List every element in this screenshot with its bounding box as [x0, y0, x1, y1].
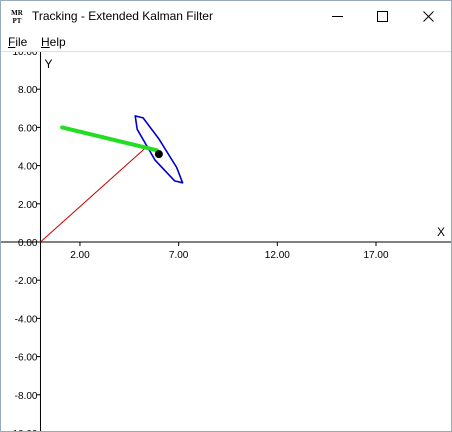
close-icon	[423, 11, 434, 22]
covariance-ellipse	[134, 115, 184, 184]
tracking-plot-area[interactable]: 2.00 7.00 12.00 17.00 10.00 8.00 6.00 4.00 2.00 0…	[1, 51, 451, 431]
tracking-plot: 2.00 7.00 12.00 17.00 10.00 8.00 6.00 4.00 2.00 0…	[1, 52, 451, 431]
menu-help-label: elp	[49, 35, 66, 49]
app-logo-icon: MR PT	[11, 9, 24, 25]
y-tick-label: 6.00	[18, 123, 38, 134]
y-axis-label: Y	[44, 57, 52, 71]
minimize-button[interactable]	[315, 1, 360, 32]
y-tick-label: 10.00	[12, 52, 37, 58]
menu-help[interactable]: Help	[41, 35, 66, 49]
menu-file[interactable]: File	[8, 35, 27, 49]
app-logo-bottom-text: PT	[13, 17, 22, 25]
window-title: Tracking - Extended Kalman Filter	[32, 9, 213, 23]
y-tick-label: -8.00	[15, 391, 38, 402]
x-tick-label: 2.00	[70, 250, 90, 261]
y-tick-label: -6.00	[15, 353, 38, 364]
x-axis-label: X	[437, 225, 445, 239]
y-tick-label: -4.00	[15, 314, 38, 325]
axes: 2.00 7.00 12.00 17.00 10.00 8.00 6.00 4.00 2.00 0…	[1, 52, 451, 431]
x-tick-label: 17.00	[363, 250, 388, 261]
app-logo-top-text: MR	[11, 9, 24, 17]
x-tick-label: 7.00	[169, 250, 189, 261]
estimate-point	[154, 150, 163, 159]
plot-marks	[40, 115, 184, 243]
maximize-button[interactable]	[360, 1, 405, 32]
app-window: MR PT Tracking - Extended Kalman Filter …	[0, 0, 452, 432]
y-tick-label: 8.00	[18, 85, 38, 96]
y-tick-label: 0.00	[18, 238, 38, 249]
range-line	[40, 146, 148, 243]
maximize-icon	[377, 11, 388, 22]
y-tick-label: -2.00	[15, 276, 38, 287]
close-button[interactable]	[406, 1, 451, 32]
minimize-icon	[332, 16, 343, 17]
x-tick-label: 12.00	[265, 250, 290, 261]
menu-file-label: ile	[15, 35, 28, 49]
menu-bar: File Help	[1, 32, 451, 51]
menu-help-mnemonic: H	[41, 35, 50, 49]
y-tick-label: 2.00	[18, 200, 38, 211]
title-bar[interactable]: MR PT Tracking - Extended Kalman Filter	[1, 1, 451, 32]
y-tick-label: 4.00	[18, 162, 38, 173]
